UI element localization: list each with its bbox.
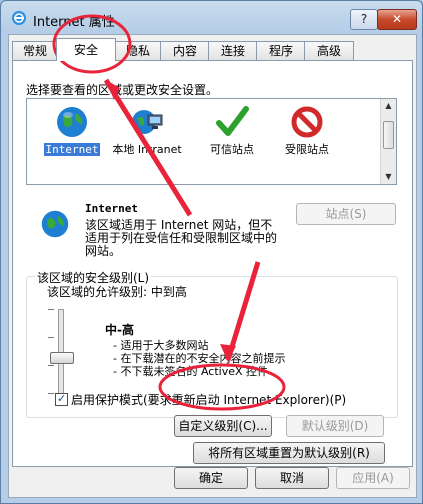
annotation-arrowhead-icon [220,344,236,362]
tab-security[interactable]: 安全 [56,38,116,61]
annotation-arrow [225,261,261,361]
annotation-arrow [103,78,193,217]
annotation-overlay [52,14,286,411]
annotation-circle [158,363,286,411]
